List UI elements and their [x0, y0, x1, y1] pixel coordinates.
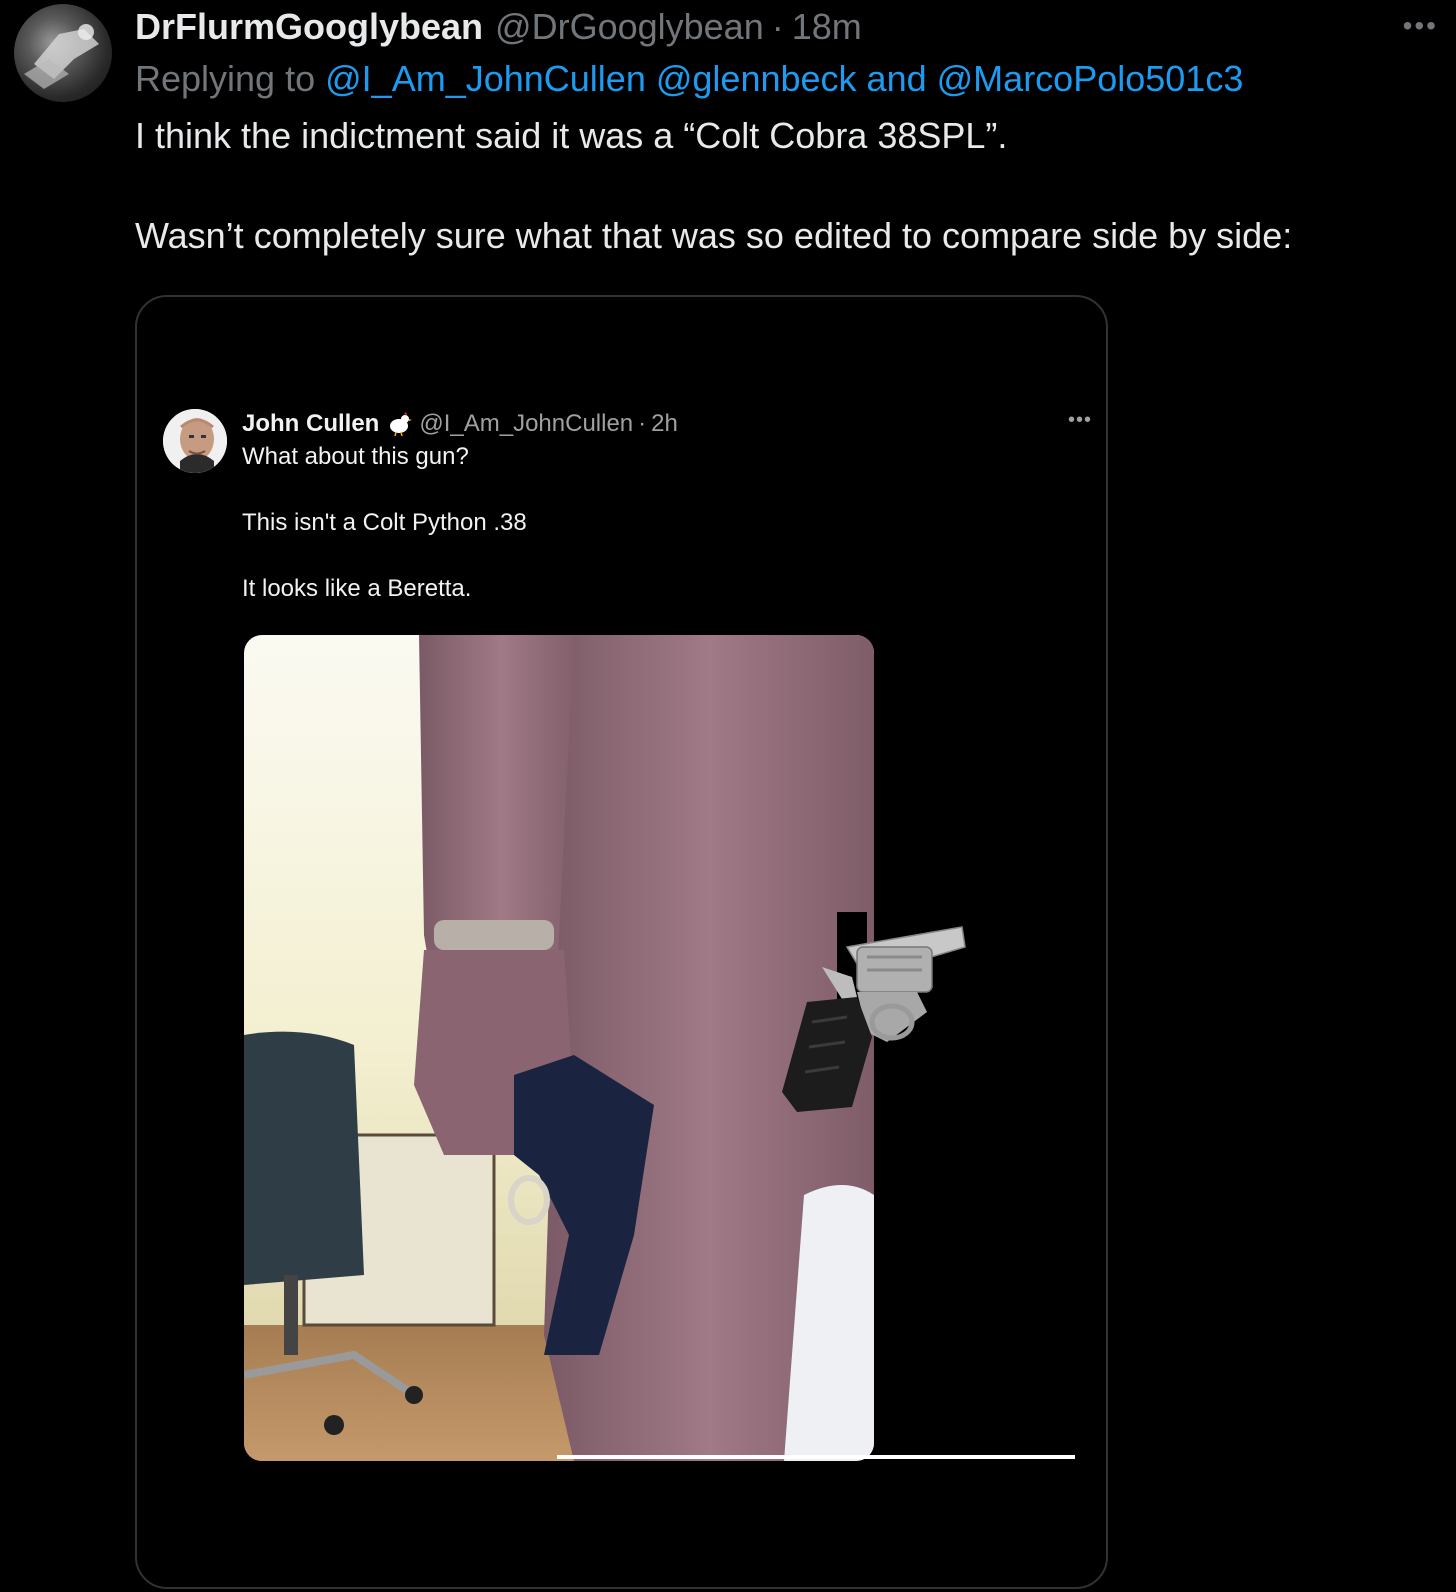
replying-to: Replying to @I_Am_JohnCullen @glennbeck …: [135, 58, 1243, 100]
user-handle[interactable]: @DrGooglybean: [495, 6, 764, 48]
revolver-image: [777, 912, 997, 1122]
embedded-handle: @I_Am_JohnCullen: [419, 410, 634, 437]
embedded-time: 2h: [651, 410, 678, 437]
divider-line: [557, 1455, 1075, 1459]
tweet-header: DrFlurmGooglybean @DrGooglybean · 18m: [135, 4, 862, 50]
embedded-display-name: John Cullen: [242, 410, 380, 437]
embedded-text-line: What about this gun?: [242, 443, 469, 470]
mention-link[interactable]: @I_Am_JohnCullen: [325, 58, 646, 99]
avatar[interactable]: [14, 4, 112, 102]
mention-link[interactable]: @MarcoPolo501c3: [937, 58, 1244, 99]
avatar-image: [24, 24, 99, 89]
tweet-text-line: I think the indictment said it was a “Co…: [135, 115, 1008, 156]
media-image[interactable]: John Cullen @I_Am_JohnCullen · 2h ••• Wh…: [135, 295, 1108, 1589]
embedded-header: John Cullen @I_Am_JohnCullen · 2h: [242, 407, 678, 441]
embedded-avatar: [163, 409, 227, 473]
chicken-icon: [385, 411, 413, 437]
tweet-text: I think the indictment said it was a “Co…: [135, 112, 1435, 260]
embedded-text-line: This isn't a Colt Python .38: [242, 509, 527, 536]
timestamp[interactable]: 18m: [792, 6, 862, 48]
separator-dot: ·: [771, 6, 784, 47]
embedded-text: What about this gun? This isn't a Colt P…: [242, 441, 527, 605]
mention-link[interactable]: @glennbeck: [656, 58, 857, 99]
embedded-text-line: It looks like a Beretta.: [242, 575, 472, 602]
mention-and[interactable]: and: [867, 58, 927, 99]
tweet-text-line: Wasn’t completely sure what that was so …: [135, 215, 1293, 256]
display-name[interactable]: DrFlurmGooglybean: [135, 6, 483, 48]
more-icon[interactable]: •••: [1403, 10, 1438, 42]
embedded-more-icon: •••: [1067, 409, 1092, 431]
replying-prefix: Replying to: [135, 58, 316, 99]
embedded-separator: ·: [638, 410, 647, 437]
